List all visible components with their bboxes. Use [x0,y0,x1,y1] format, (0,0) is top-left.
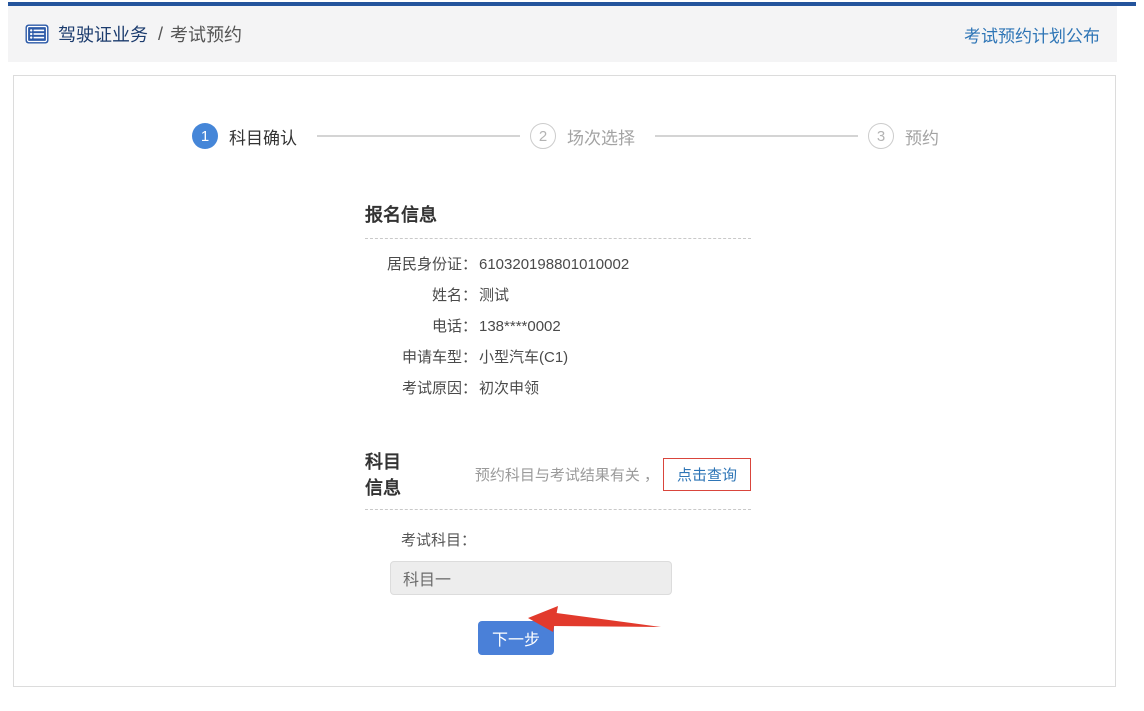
subject-info-header: 科目信息 预约科目与考试结果有关 ， 点击查询 [365,448,751,510]
subject-info-section: 科目信息 预约科目与考试结果有关 ， 点击查询 考试科目： 下一步 [365,448,751,655]
breadcrumb: 驾驶证业务 / 考试预约 [25,21,242,47]
click-to-query-link[interactable]: 点击查询 [677,467,737,484]
info-value: 138****0002 [479,318,561,336]
info-row-id-card: 居民身份证： 610320198801010002 [365,256,751,274]
page-header: 驾驶证业务 / 考试预约 考试预约计划公布 [8,6,1117,62]
step-3-circle: 3 [868,123,894,149]
step-1-label: 科目确认 [229,124,297,149]
step-1-circle: 1 [192,123,218,149]
step-connector-line [317,135,520,137]
exam-subject-input[interactable] [390,561,672,595]
info-value: 测试 [479,287,509,305]
info-row-phone: 电话： 138****0002 [365,318,751,336]
step-connector-line [655,135,858,137]
breadcrumb-separator: / [158,24,163,45]
info-row-vehicle-type: 申请车型： 小型汽车(C1) [365,349,751,367]
step-2-circle: 2 [530,123,556,149]
info-label: 考试原因： [365,380,477,398]
exam-subject-label: 考试科目： [401,529,751,550]
step-2-label: 场次选择 [567,124,635,149]
registration-info-section: 报名信息 居民身份证： 610320198801010002 姓名： 测试 电话… [365,201,751,411]
info-label: 申请车型： [365,349,477,367]
service-list-icon [25,24,49,44]
exam-plan-announcement-link[interactable]: 考试预约计划公布 [964,22,1100,47]
subject-info-title: 科目信息 [365,448,413,500]
step-3-label: 预约 [905,124,939,149]
registration-info-title: 报名信息 [365,201,751,239]
info-row-name: 姓名： 测试 [365,287,751,305]
info-label: 居民身份证： [365,256,477,274]
info-value: 初次申领 [479,380,539,398]
query-link-annotation-box: 点击查询 [663,458,751,491]
registration-info-list: 居民身份证： 610320198801010002 姓名： 测试 电话： 138… [365,256,751,398]
info-value: 小型汽车(C1) [479,349,568,367]
step-indicator: 1 科目确认 2 场次选择 3 预约 [192,123,949,149]
info-value: 610320198801010002 [479,256,629,274]
breadcrumb-service-link[interactable]: 驾驶证业务 [58,21,148,47]
subject-note-text: 预约科目与考试结果有关 ， [475,464,659,485]
info-row-exam-reason: 考试原因： 初次申领 [365,380,751,398]
breadcrumb-current-page: 考试预约 [170,21,242,47]
info-label: 姓名： [365,287,477,305]
info-label: 电话： [365,318,477,336]
next-step-button[interactable]: 下一步 [478,621,554,655]
appointment-card: 1 科目确认 2 场次选择 3 预约 报名信息 居民身份证： 610320198… [13,75,1116,687]
